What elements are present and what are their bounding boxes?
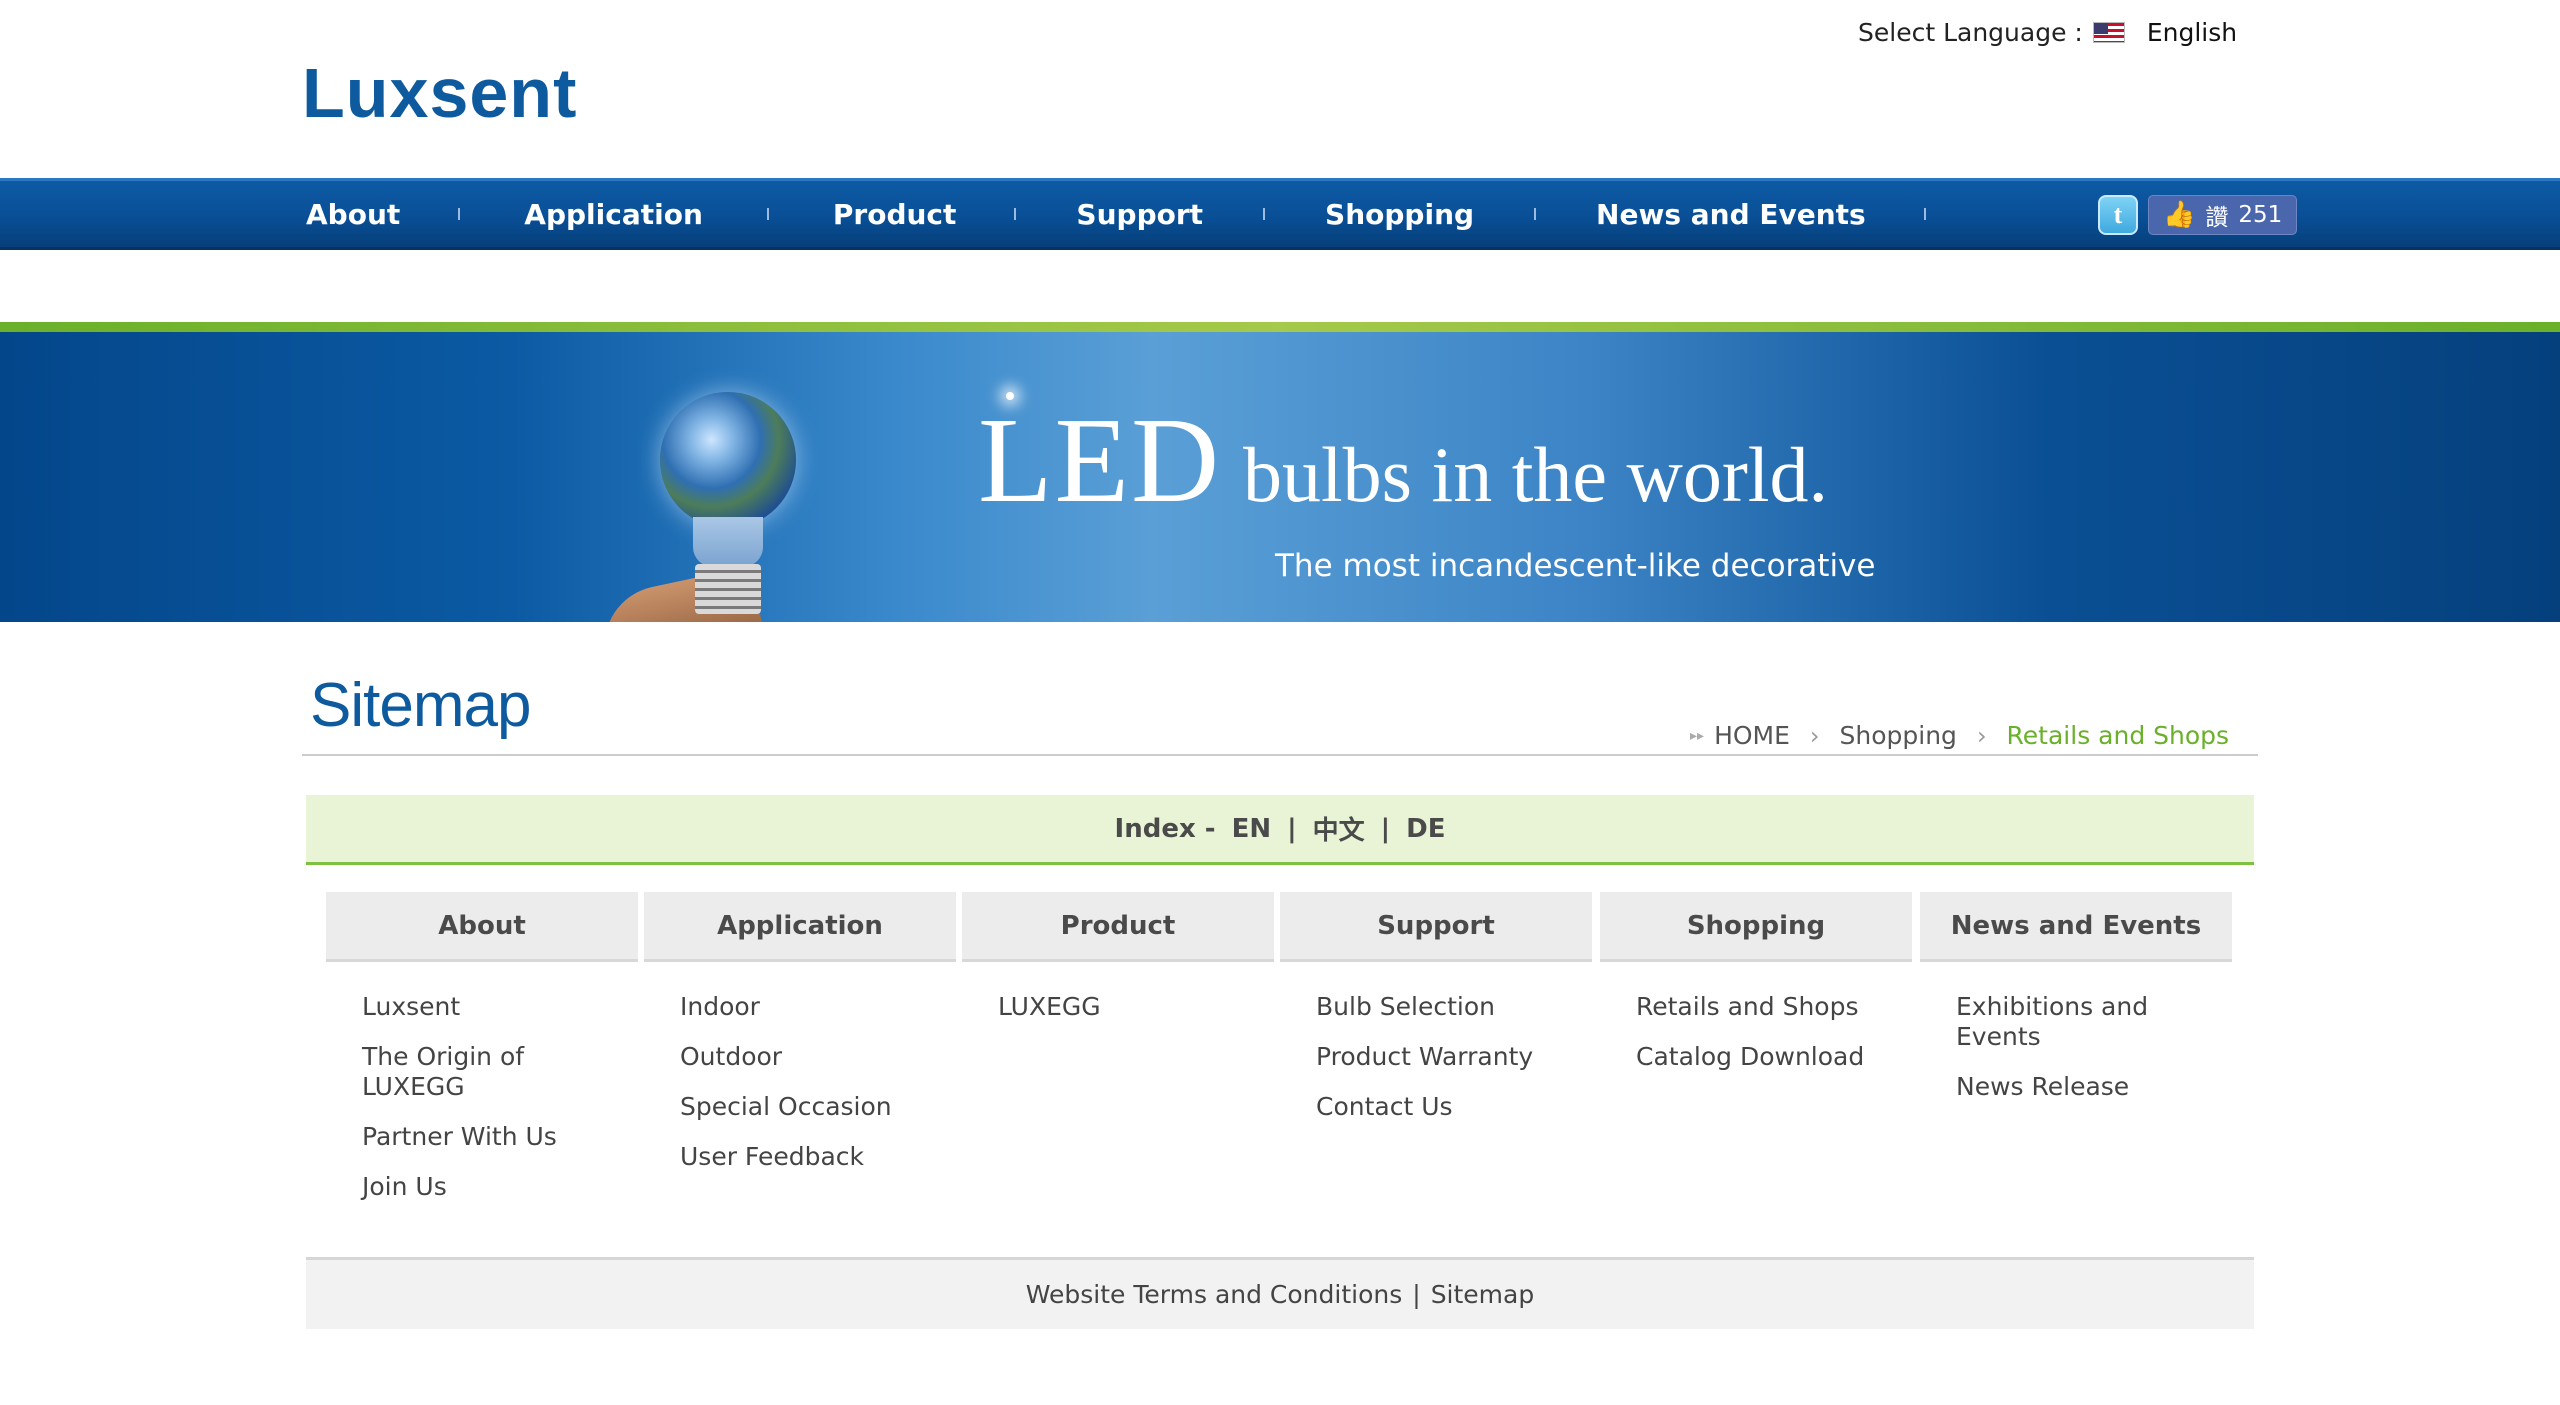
footer-divider: |: [1412, 1280, 1421, 1309]
nav-divider: [1263, 208, 1266, 220]
bulb-base: [695, 564, 761, 614]
breadcrumb: ▸▸ HOME › Shopping › Retails and Shops: [1690, 721, 2229, 750]
sitemap-link[interactable]: Indoor: [680, 992, 930, 1022]
nav-divider: [1923, 208, 1926, 220]
breadcrumb-shopping[interactable]: Shopping: [1840, 721, 1957, 750]
chevron-right-icon: ›: [1976, 721, 1987, 750]
nav-divider: [458, 208, 461, 220]
nav-divider: [1014, 208, 1017, 220]
sitemap-link[interactable]: Luxsent: [362, 992, 612, 1022]
title-divider: [302, 754, 2258, 756]
chevron-right-icon: ›: [1809, 721, 1820, 750]
sitemap-link[interactable]: Partner With Us: [362, 1122, 612, 1152]
sitemap-link[interactable]: Join Us: [362, 1172, 612, 1202]
sitemap-column-support: Support Bulb Selection Product Warranty …: [1280, 892, 1592, 1142]
sitemap-link[interactable]: Special Occasion: [680, 1092, 930, 1122]
sitemap-column-product: Product LUXEGG: [962, 892, 1274, 1042]
nav-product[interactable]: Product: [833, 198, 957, 231]
double-arrow-icon: ▸▸: [1690, 727, 1705, 744]
us-flag-icon: [2092, 22, 2125, 43]
sitemap-link[interactable]: LUXEGG: [998, 992, 1248, 1022]
sitemap-link[interactable]: User Feedback: [680, 1142, 930, 1172]
facebook-like-button[interactable]: 👍 讚 251: [2148, 195, 2298, 235]
select-language-label: Select Language :: [1858, 18, 2083, 47]
sitemap-link[interactable]: Outdoor: [680, 1042, 930, 1072]
index-divider: |: [1380, 813, 1391, 844]
thumbs-up-icon: 👍: [2163, 200, 2196, 230]
twitter-icon[interactable]: t: [2098, 195, 2138, 235]
nav-news-and-events[interactable]: News and Events: [1596, 198, 1866, 231]
language-value[interactable]: English: [2147, 18, 2237, 47]
sitemap-link[interactable]: Retails and Shops: [1636, 992, 1886, 1022]
column-heading[interactable]: Application: [644, 892, 956, 962]
index-lang-de[interactable]: DE: [1406, 814, 1445, 844]
main-nav: About Application Product Support Shoppi…: [0, 178, 2560, 250]
index-bar: Index - EN | 中文 | DE: [306, 795, 2254, 865]
like-label: 讚: [2205, 205, 2229, 231]
sitemap-link[interactable]: News Release: [1956, 1072, 2206, 1102]
sitemap-column-shopping: Shopping Retails and Shops Catalog Downl…: [1600, 892, 1912, 1092]
nav-items: About Application Product Support Shoppi…: [306, 181, 1926, 247]
index-lang-en[interactable]: EN: [1232, 814, 1272, 844]
language-selector[interactable]: Select Language : English: [1858, 18, 2237, 47]
sitemap-link[interactable]: Bulb Selection: [1316, 992, 1566, 1022]
nav-about[interactable]: About: [306, 198, 400, 231]
logo-text: Luxsent: [302, 54, 578, 132]
nav-shopping[interactable]: Shopping: [1325, 198, 1474, 231]
breadcrumb-home[interactable]: HOME: [1714, 721, 1790, 750]
column-heading[interactable]: About: [326, 892, 638, 962]
social-buttons: t 👍 讚 251: [2098, 195, 2298, 235]
nav-divider: [766, 208, 769, 220]
footer-terms-link[interactable]: Website Terms and Conditions: [1026, 1280, 1402, 1309]
nav-support[interactable]: Support: [1076, 198, 1203, 231]
footer-bar: Website Terms and Conditions | Sitemap: [306, 1257, 2254, 1329]
index-lang-zh[interactable]: 中文: [1313, 810, 1365, 847]
sitemap-column-about: About Luxsent The Origin of LUXEGG Partn…: [326, 892, 638, 1222]
globe-bulb-image: [660, 392, 796, 528]
nav-divider: [1534, 208, 1537, 220]
bulb-neck: [693, 517, 763, 567]
sitemap-column-news-and-events: News and Events Exhibitions and Events N…: [1920, 892, 2232, 1122]
sitemap-link[interactable]: Product Warranty: [1316, 1042, 1566, 1072]
sitemap-column-application: Application Indoor Outdoor Special Occas…: [644, 892, 956, 1192]
banner-led-text: LED: [978, 393, 1222, 528]
footer-sitemap-link[interactable]: Sitemap: [1431, 1280, 1535, 1309]
page-title: Sitemap: [310, 671, 531, 740]
column-heading[interactable]: Support: [1280, 892, 1592, 962]
sitemap-link[interactable]: Catalog Download: [1636, 1042, 1886, 1072]
banner-headline: bulbs in the world.: [1243, 431, 1828, 518]
sitemap-link[interactable]: Contact Us: [1316, 1092, 1566, 1122]
column-heading[interactable]: Shopping: [1600, 892, 1912, 962]
banner-subtitle: The most incandescent-like decorative: [1275, 548, 1876, 584]
banner-accent-line: [0, 322, 2560, 332]
like-count: 251: [2238, 202, 2283, 228]
breadcrumb-current: Retails and Shops: [2006, 721, 2230, 750]
column-heading[interactable]: News and Events: [1920, 892, 2232, 962]
sitemap-link[interactable]: Exhibitions and Events: [1956, 992, 2206, 1052]
index-label: Index -: [1114, 813, 1216, 844]
nav-application[interactable]: Application: [524, 198, 703, 231]
index-divider: |: [1287, 813, 1297, 844]
column-heading[interactable]: Product: [962, 892, 1274, 962]
sitemap-link[interactable]: The Origin of LUXEGG: [362, 1042, 612, 1102]
luxsent-logo[interactable]: Luxsent: [302, 58, 577, 128]
